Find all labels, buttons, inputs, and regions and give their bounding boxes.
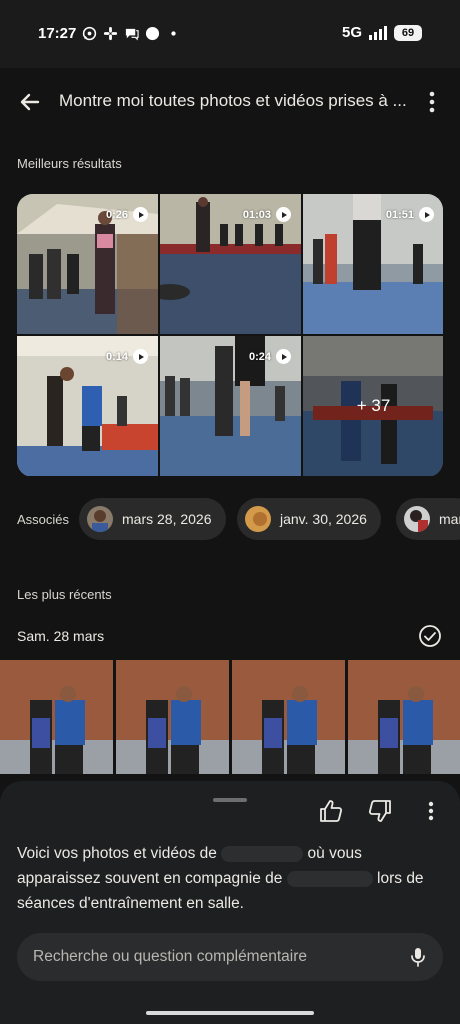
chip-date-2[interactable]: janv. 30, 2026 [237,498,381,540]
video-duration: 0:24 [249,349,291,364]
video-thumbnail[interactable]: 01:03 [160,194,301,334]
duration-text: 0:14 [105,350,128,363]
play-icon [276,349,291,364]
photo-thumbnail[interactable] [348,660,460,774]
status-bar: 17:27 5G 69 [0,0,460,68]
avatar [87,506,113,532]
drag-handle[interactable] [213,798,247,802]
more-results-tile[interactable]: + 37 [303,336,443,476]
answer-part: Voici vos photos et vidéos de [17,845,217,862]
date-header: Sam. 28 mars [17,628,105,644]
redacted-name [221,845,304,862]
thumbs-down-icon[interactable] [367,798,393,824]
more-vert-icon[interactable] [420,89,444,115]
video-thumbnail[interactable]: 01:51 [303,194,443,334]
chip-label: janv. 30, 2026 [280,511,367,527]
chip-date-1[interactable]: mars 28, 2026 [79,498,226,540]
status-right: 5G 69 [342,24,422,41]
notification-icons [82,26,181,41]
photo-image [116,660,229,774]
battery-icon: 69 [394,24,422,41]
app-bar: Montre moi toutes photos et vidéos prise… [0,68,460,136]
photo-image [348,660,460,774]
photo-image [0,660,113,774]
duration-text: 0:26 [105,208,128,221]
signal-icon [369,25,387,40]
slack-icon [103,26,118,41]
select-all-check-icon[interactable] [418,624,442,648]
recent-label: Les plus récents [17,587,112,602]
play-icon [276,207,291,222]
followup-search-bar [17,933,443,981]
sheet-more-icon[interactable] [418,798,444,824]
duration-text: 01:51 [385,208,414,221]
video-duration: 01:51 [386,207,434,222]
status-time: 17:27 [38,25,77,42]
best-results-grid: 0:26 01:03 01:51 0:14 0:24 + 37 [17,194,443,477]
chat-icon [125,28,139,41]
video-thumbnail[interactable]: 0:26 [17,194,158,334]
circle-icon [145,26,160,41]
video-duration: 0:26 [106,207,148,222]
best-results-label: Meilleurs résultats [17,156,122,171]
avatar [245,506,271,532]
photo-thumbnail[interactable] [232,660,345,774]
duration-text: 01:03 [242,208,271,221]
avatar [404,506,430,532]
recent-photos-strip [0,660,460,774]
network-label: 5G [341,24,362,41]
dot-icon [171,31,176,36]
duration-text: 0:24 [248,350,271,363]
play-icon [419,207,434,222]
photo-thumbnail[interactable] [116,660,229,774]
chip-label: mars 28, 2026 [122,511,212,527]
search-query-title[interactable]: Montre moi toutes photos et vidéos prise… [59,91,419,111]
home-indicator[interactable] [146,1011,314,1015]
more-count: + 37 [303,336,443,476]
chip-label: mar [439,511,460,527]
photo-thumbnail[interactable] [0,660,113,774]
video-duration: 0:14 [106,349,148,364]
followup-input[interactable] [33,933,393,981]
thumbs-up-icon[interactable] [318,798,344,824]
whatsapp-icon [82,26,97,41]
answer-text: Voici vos photos et vidéos de où vous ap… [17,841,437,916]
redacted-name [286,870,373,887]
play-icon [133,349,148,364]
play-icon [133,207,148,222]
video-duration: 01:03 [243,207,291,222]
microphone-icon[interactable] [407,946,429,968]
associated-label: Associés [17,512,70,527]
video-thumbnail[interactable]: 0:14 [17,336,158,476]
chip-date-3[interactable]: mar [396,498,460,540]
answer-sheet: Voici vos photos et vidéos de où vous ap… [0,781,460,1024]
video-thumbnail[interactable]: 0:24 [160,336,301,476]
back-arrow-icon[interactable] [16,88,44,116]
photo-image [232,660,345,774]
